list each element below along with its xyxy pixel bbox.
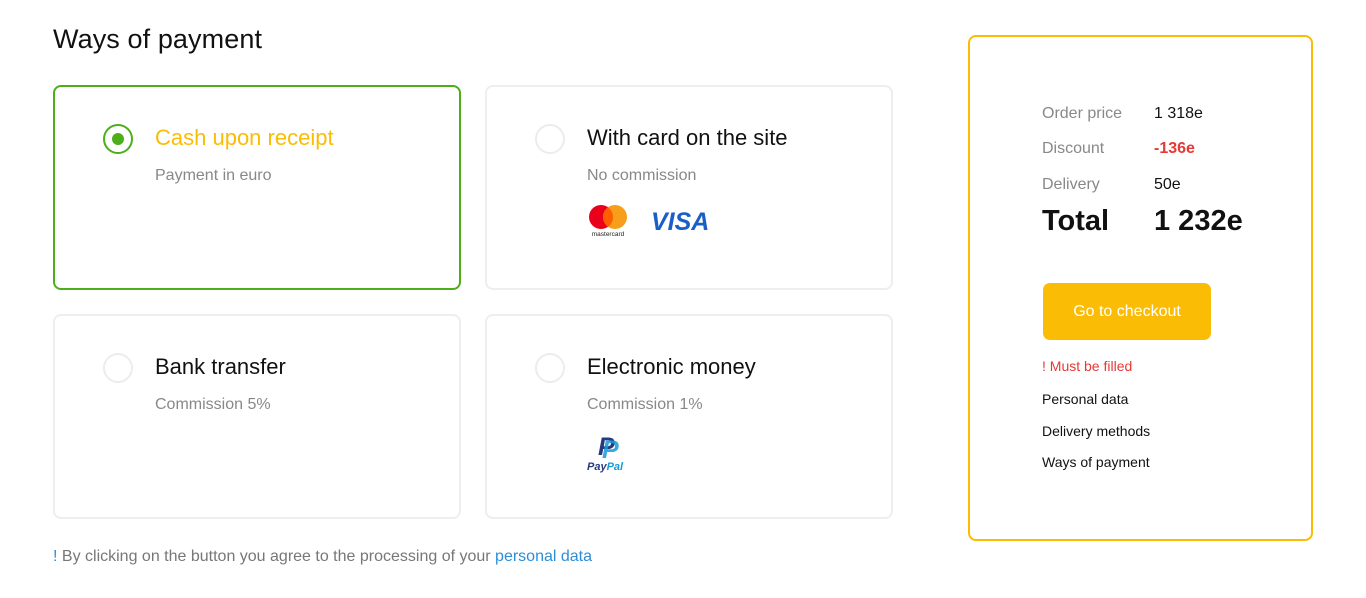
payment-option-title: Electronic money (587, 354, 756, 379)
payment-option-title: Bank transfer (155, 354, 286, 379)
svg-text:mastercard: mastercard (592, 231, 625, 238)
payment-option-subtitle: No commission (587, 167, 697, 184)
go-to-checkout-button[interactable]: Go to checkout (1043, 283, 1211, 340)
card-logos: mastercard VISA (587, 204, 719, 238)
radio-button-selected[interactable] (103, 124, 133, 154)
order-price-label: Order price (1042, 105, 1123, 122)
agreement-note: ! By clicking on the button you agree to… (53, 548, 592, 566)
svg-text:VISA: VISA (651, 208, 709, 234)
radio-button[interactable] (103, 353, 133, 383)
order-price-value: 1 318e (1154, 105, 1203, 122)
discount-value: -136e (1154, 140, 1195, 157)
page-title: Ways of payment (53, 24, 263, 54)
payment-option-subtitle: Payment in euro (155, 167, 272, 184)
required-link-delivery-methods[interactable]: Delivery methods (1042, 423, 1150, 439)
mastercard-logo: mastercard (589, 205, 627, 238)
total-value: 1 232e (1154, 205, 1243, 237)
personal-data-link[interactable]: personal data (495, 548, 592, 565)
total-label: Total (1042, 205, 1110, 237)
payment-option-electronic-money[interactable]: Electronic money Commission 1% P P PayPa… (485, 314, 893, 519)
payment-option-subtitle: Commission 5% (155, 396, 271, 413)
svg-text:P: P (602, 436, 619, 464)
delivery-label: Delivery (1042, 176, 1100, 193)
svg-text:PayPal: PayPal (587, 461, 624, 473)
payment-option-title: With card on the site (587, 125, 788, 150)
required-link-ways-of-payment[interactable]: Ways of payment (1042, 454, 1150, 470)
order-summary-panel: Order price 1 318e Discount -136e Delive… (968, 35, 1313, 541)
radio-button[interactable] (535, 124, 565, 154)
payment-option-card[interactable]: With card on the site No commission mast… (485, 85, 893, 290)
paypal-logo: P P PayPal (587, 433, 624, 473)
visa-logo: VISA (651, 208, 709, 234)
required-link-personal-data[interactable]: Personal data (1042, 391, 1128, 407)
delivery-value: 50e (1154, 176, 1181, 193)
discount-label: Discount (1042, 140, 1105, 157)
agreement-text: By clicking on the button you agree to t… (57, 548, 496, 565)
payment-option-bank-transfer[interactable]: Bank transfer Commission 5% (53, 314, 461, 519)
must-be-filled-warning: ! Must be filled (1042, 358, 1133, 374)
payment-option-subtitle: Commission 1% (587, 396, 703, 413)
radio-button[interactable] (535, 353, 565, 383)
payment-option-title: Cash upon receipt (155, 125, 334, 150)
payment-option-cash[interactable]: Cash upon receipt Payment in euro (53, 85, 461, 290)
